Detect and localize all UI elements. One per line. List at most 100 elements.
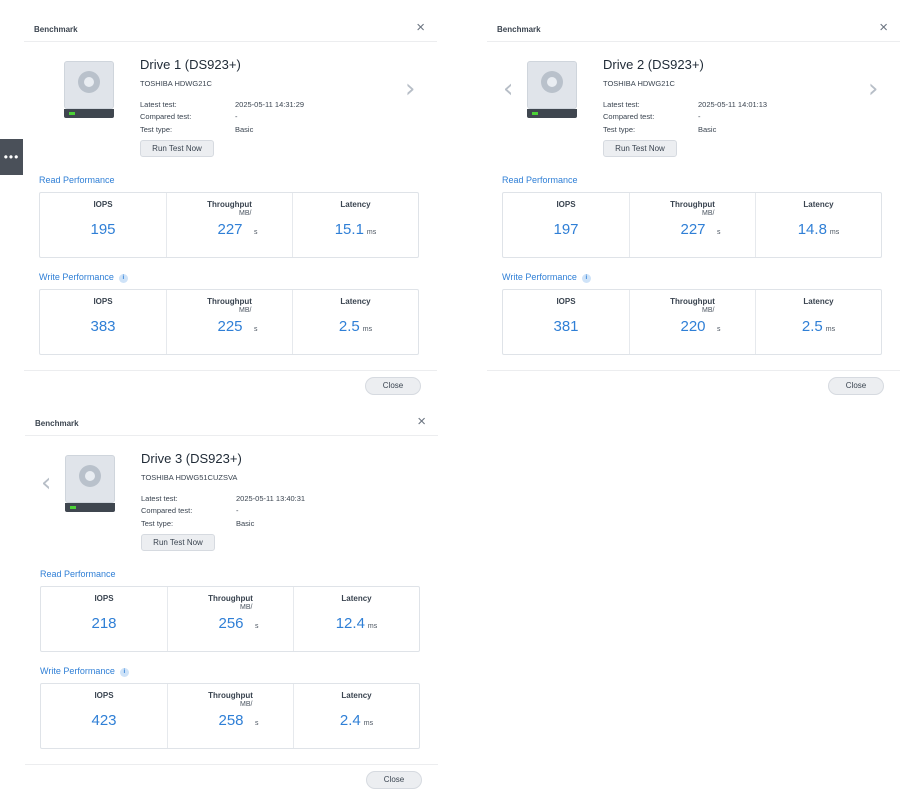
throughput-header: Throughput: [208, 594, 253, 603]
drive-name: Drive 2 (DS923+): [603, 57, 704, 72]
latency-header: Latency: [803, 297, 834, 306]
read-throughput-cell: Throughput MB/ 227 s: [166, 193, 292, 257]
test-type-value: Basic: [235, 125, 254, 134]
side-more-tab[interactable]: •••: [0, 139, 23, 175]
read-latency-cell: Latency 14.8 ms: [755, 193, 881, 257]
previous-drive-chevron-icon[interactable]: ‹: [41, 470, 51, 496]
latency-header: Latency: [340, 297, 371, 306]
close-icon[interactable]: ×: [879, 19, 888, 36]
test-type-value: Basic: [236, 519, 255, 528]
write-latency-cell: Latency 2.5 ms: [292, 290, 418, 354]
latest-test-label: Latest test:: [603, 100, 640, 109]
read-metrics-box: IOPS 195 Throughput MB/ 227 s Latency 15…: [39, 192, 419, 258]
write-latency-value: 2.5 ms: [801, 318, 836, 335]
test-type-label: Test type:: [141, 519, 174, 528]
latest-test-value: 2025-05-11 14:01:13: [698, 100, 768, 109]
latency-unit: ms: [825, 326, 836, 333]
write-iops-value: 423: [91, 712, 117, 729]
read-throughput-cell: Throughput MB/ 227 s: [629, 193, 755, 257]
drive-model: TOSHIBA HDWG21C: [140, 79, 212, 88]
write-metrics-box: IOPS 423 Throughput MB/ 258 s Latency 2.…: [40, 683, 420, 749]
info-icon[interactable]: i: [118, 274, 128, 283]
info-icon[interactable]: i: [119, 668, 129, 677]
write-iops-cell: IOPS 383: [40, 290, 166, 354]
throughput-unit-mb: MB/: [240, 701, 253, 708]
latest-test-label: Latest test:: [140, 100, 177, 109]
read-latency-cell: Latency 12.4 ms: [293, 587, 419, 651]
iops-header: IOPS: [556, 200, 576, 209]
latency-unit: ms: [367, 623, 378, 630]
write-throughput-value: 258: [218, 712, 244, 729]
latency-header: Latency: [341, 691, 372, 700]
compared-test-value: -: [235, 112, 238, 121]
write-latency-cell: Latency 2.5 ms: [755, 290, 881, 354]
throughput-header: Throughput: [208, 691, 253, 700]
write-throughput-value: 220: [680, 318, 706, 335]
info-icon[interactable]: i: [581, 274, 591, 283]
throughput-unit-s: s: [717, 326, 721, 333]
write-iops-cell: IOPS 423: [41, 684, 167, 748]
write-latency-value: 2.5 ms: [338, 318, 373, 335]
throughput-unit-s: s: [255, 623, 259, 630]
write-throughput-cell: Throughput MB/ 258 s: [167, 684, 293, 748]
header-divider: [25, 435, 438, 436]
throughput-unit-s: s: [254, 229, 258, 236]
write-throughput-value: 225: [217, 318, 243, 335]
latest-test-value: 2025-05-11 14:31:29: [235, 100, 305, 109]
throughput-unit-mb: MB/: [239, 210, 252, 217]
iops-header: IOPS: [556, 297, 576, 306]
hard-drive-icon: [527, 61, 577, 118]
hard-drive-icon: [65, 455, 115, 512]
close-button[interactable]: Close: [365, 377, 421, 395]
write-performance-label: Write Performance i: [40, 666, 129, 677]
latency-header: Latency: [341, 594, 372, 603]
throughput-header: Throughput: [207, 200, 252, 209]
read-iops-cell: IOPS 218: [41, 587, 167, 651]
latency-unit: ms: [366, 229, 377, 236]
read-throughput-cell: Throughput MB/ 256 s: [167, 587, 293, 651]
run-test-now-button[interactable]: Run Test Now: [140, 140, 214, 157]
next-drive-chevron-icon[interactable]: ›: [405, 76, 415, 102]
write-performance-label: Write Performance i: [39, 272, 128, 283]
header-divider: [487, 41, 900, 42]
latest-test-label: Latest test:: [141, 494, 178, 503]
iops-header: IOPS: [93, 297, 113, 306]
next-drive-chevron-icon[interactable]: ›: [868, 76, 878, 102]
test-type-value: Basic: [698, 125, 717, 134]
throughput-unit-s: s: [717, 229, 721, 236]
previous-drive-chevron-icon[interactable]: ‹: [503, 76, 513, 102]
benchmark-panel-3: Benchmark × ‹ Drive 3 (DS923+) TOSHIBA H…: [25, 411, 438, 797]
benchmark-panel-2: Benchmark × › ‹ Drive 2 (DS923+) TOSHIBA …: [487, 17, 900, 403]
latency-unit: ms: [829, 229, 840, 236]
write-iops-value: 383: [90, 318, 116, 335]
write-iops-value: 381: [553, 318, 579, 335]
screen: ••• Benchmark × › Drive 1 (DS923+) TOSHI…: [0, 0, 911, 806]
read-metrics-box: IOPS 218 Throughput MB/ 256 s Latency 12…: [40, 586, 420, 652]
throughput-header: Throughput: [670, 200, 715, 209]
run-test-now-button[interactable]: Run Test Now: [603, 140, 677, 157]
close-button[interactable]: Close: [366, 771, 422, 789]
read-throughput-value: 227: [680, 221, 706, 238]
read-throughput-value: 256: [218, 615, 244, 632]
read-iops-cell: IOPS 195: [40, 193, 166, 257]
latest-test-value: 2025-05-11 13:40:31: [236, 494, 306, 503]
run-test-now-button[interactable]: Run Test Now: [141, 534, 215, 551]
read-latency-value: 12.4 ms: [335, 615, 378, 632]
read-latency-value: 14.8 ms: [797, 221, 840, 238]
write-iops-cell: IOPS 381: [503, 290, 629, 354]
compared-test-label: Compared test:: [141, 506, 193, 515]
read-performance-label: Read Performance: [502, 175, 578, 185]
close-button[interactable]: Close: [828, 377, 884, 395]
drive-name: Drive 1 (DS923+): [140, 57, 241, 72]
throughput-unit-mb: MB/: [239, 307, 252, 314]
close-icon[interactable]: ×: [416, 19, 425, 36]
close-icon[interactable]: ×: [417, 413, 426, 430]
write-latency-cell: Latency 2.4 ms: [293, 684, 419, 748]
compared-test-label: Compared test:: [603, 112, 655, 121]
write-metrics-box: IOPS 383 Throughput MB/ 225 s Latency 2.…: [39, 289, 419, 355]
write-performance-label: Write Performance i: [502, 272, 591, 283]
iops-header: IOPS: [94, 594, 114, 603]
drive-model: TOSHIBA HDWG21C: [603, 79, 675, 88]
panel-title: Benchmark: [34, 25, 78, 34]
read-metrics-box: IOPS 197 Throughput MB/ 227 s Latency 14…: [502, 192, 882, 258]
